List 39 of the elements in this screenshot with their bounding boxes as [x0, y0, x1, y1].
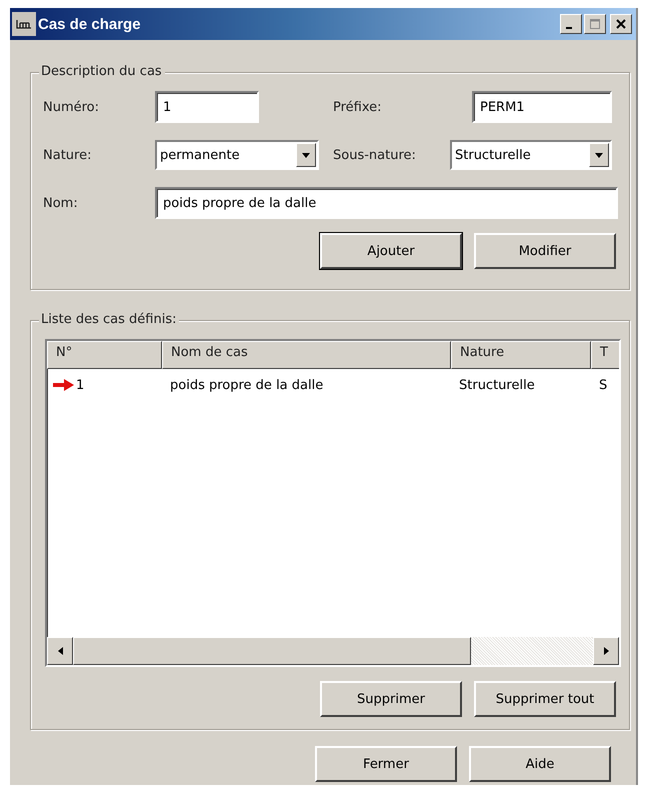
scroll-left-button[interactable] — [47, 637, 73, 665]
window-title: Cas de charge — [38, 16, 141, 32]
scroll-right-button[interactable] — [593, 637, 619, 665]
push-button[interactable]: Fermer — [315, 746, 457, 782]
scroll-thumb[interactable] — [73, 637, 471, 665]
close-button[interactable] — [610, 14, 632, 34]
column-header[interactable]: Nature — [451, 341, 591, 369]
table-cell-text: S — [598, 378, 608, 392]
push-button[interactable]: Aide — [469, 746, 611, 782]
maximize-button[interactable] — [584, 14, 606, 34]
field-label: Nature: — [43, 148, 92, 162]
dropdown[interactable]: permanente — [155, 140, 319, 170]
push-button[interactable]: Supprimer tout — [474, 681, 616, 717]
input-field[interactable]: poids propre de la dalle — [155, 187, 618, 219]
column-header[interactable]: N° — [47, 341, 162, 369]
left-arrow-icon — [58, 647, 62, 655]
push-button[interactable]: Modifier — [474, 233, 616, 269]
input-field[interactable]: PERM1 — [472, 91, 612, 123]
field-label: Numéro: — [43, 100, 100, 114]
minimize-icon — [566, 27, 572, 29]
close-icon — [616, 19, 626, 29]
group-title: Description du cas — [39, 64, 165, 79]
horizontal-scrollbar[interactable] — [47, 637, 619, 665]
dropdown[interactable]: Structurelle — [450, 140, 612, 170]
table-cell: 1 — [76, 378, 84, 392]
field-label: Sous-nature: — [333, 148, 416, 162]
push-button[interactable]: Ajouter — [320, 233, 462, 269]
right-arrow-icon — [604, 647, 608, 655]
push-button[interactable]: Supprimer — [320, 681, 462, 717]
minimize-button[interactable] — [560, 14, 582, 34]
column-header[interactable]: T — [591, 341, 619, 369]
table-cell-text: poids propre de la dalle — [169, 378, 324, 392]
field-label: Nom: — [43, 196, 78, 210]
maximize-icon — [590, 19, 600, 29]
column-header[interactable]: Nom de cas — [162, 341, 451, 369]
app-icon — [12, 12, 36, 36]
table-cell-text: Structurelle — [458, 378, 536, 392]
input-field[interactable]: 1 — [155, 91, 259, 123]
field-label: Préfixe: — [333, 100, 382, 114]
